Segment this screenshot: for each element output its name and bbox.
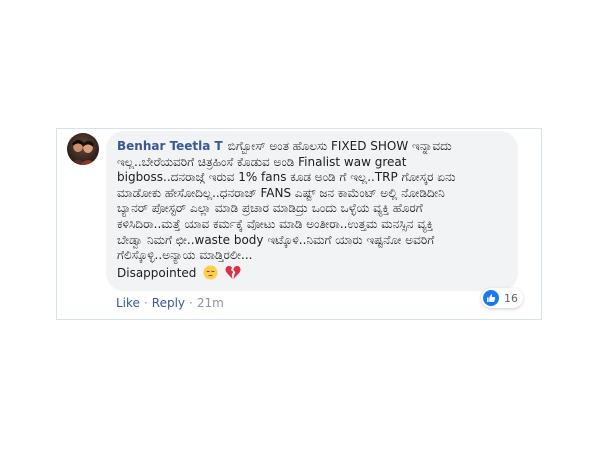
reaction-summary[interactable]: 16	[481, 288, 523, 308]
author-avatar[interactable]	[67, 133, 99, 165]
comment-closing-line: Disappointed	[117, 265, 508, 285]
comment-actions: Like · Reply · 21m	[116, 296, 224, 310]
comment-line: ಬೇಡ್ವಾ ನಿಮಗೆ ಛೀ..waste body ಇಟ್ಕೊಳಿ..ನಿಮ…	[117, 232, 435, 247]
comment-body: Benhar Teetla T ಬಿಗ್ಬೋಸ್ ಅಂತ ಹೊಲಸು FIXED …	[117, 139, 508, 284]
comment-line: bigboss..ದನರಾಜ್ಗೆ ಇರುವ 1% fans ಕೂಡ ಅಂಡಿ …	[117, 170, 456, 185]
comment-timestamp[interactable]: 21m	[197, 296, 224, 310]
like-link[interactable]: Like	[116, 296, 140, 310]
broken-heart-emoji	[225, 265, 241, 285]
comment-text: ಬಿಗ್ಬೋಸ್ ಅಂತ ಹೊಲಸು FIXED SHOW ಇನ್ನಾವದು	[227, 139, 452, 153]
comment-line: Benhar Teetla T ಬಿಗ್ಬೋಸ್ ಅಂತ ಹೊಲಸು FIXED …	[117, 139, 508, 155]
comment-line: ಗೆಲಿಸ್ಕೊಳ್ಳಿ..ಅನ್ಯಾಯ ಮಾಡ್ತಿರಲೀ...	[117, 248, 253, 263]
action-separator: ·	[143, 296, 148, 310]
thumbs-up-icon	[483, 290, 499, 306]
comment-bubble: Benhar Teetla T ಬಿಗ್ಬೋಸ್ ಅಂತ ಹೊಲಸು FIXED …	[106, 131, 518, 291]
comment-line: ಕಳಿಸಿದಿರಾ..ಮತ್ತೆ ಯಾವ ಕರ್ಮಕ್ಕೆ ವೋಟು ಮಾಡಿ …	[117, 216, 434, 231]
author-name[interactable]: Benhar Teetla T	[117, 139, 223, 153]
pensive-face-emoji	[203, 265, 218, 285]
comment-closing-text: Disappointed	[117, 265, 197, 280]
comment-line: ಬ್ಯಾನರ್ ಪೋಸ್ಟರ್ ಎಲ್ಲಾ ಮಾಡಿ ಪ್ರಚಾರ ಮಾಡಿದ್…	[117, 201, 423, 216]
reaction-count: 16	[504, 291, 518, 305]
action-separator: ·	[189, 296, 193, 310]
reply-link[interactable]: Reply	[152, 296, 185, 310]
comment-line: ಇಲ್ಲ..ಬೇರೆಯವರಿಗೆ ಚಿತ್ರಹಿಂಸೆ ಕೊಡುವ ಅಂಡಿ F…	[117, 154, 407, 169]
comment-line: ಮಾಡೋಕು ಹೇಸೋದಿಲ್ಲ..ಧನರಾಜ್ FANS ಎಷ್ಟ್ ಜನ ಕ…	[117, 185, 445, 200]
avatar-photo	[67, 133, 99, 165]
